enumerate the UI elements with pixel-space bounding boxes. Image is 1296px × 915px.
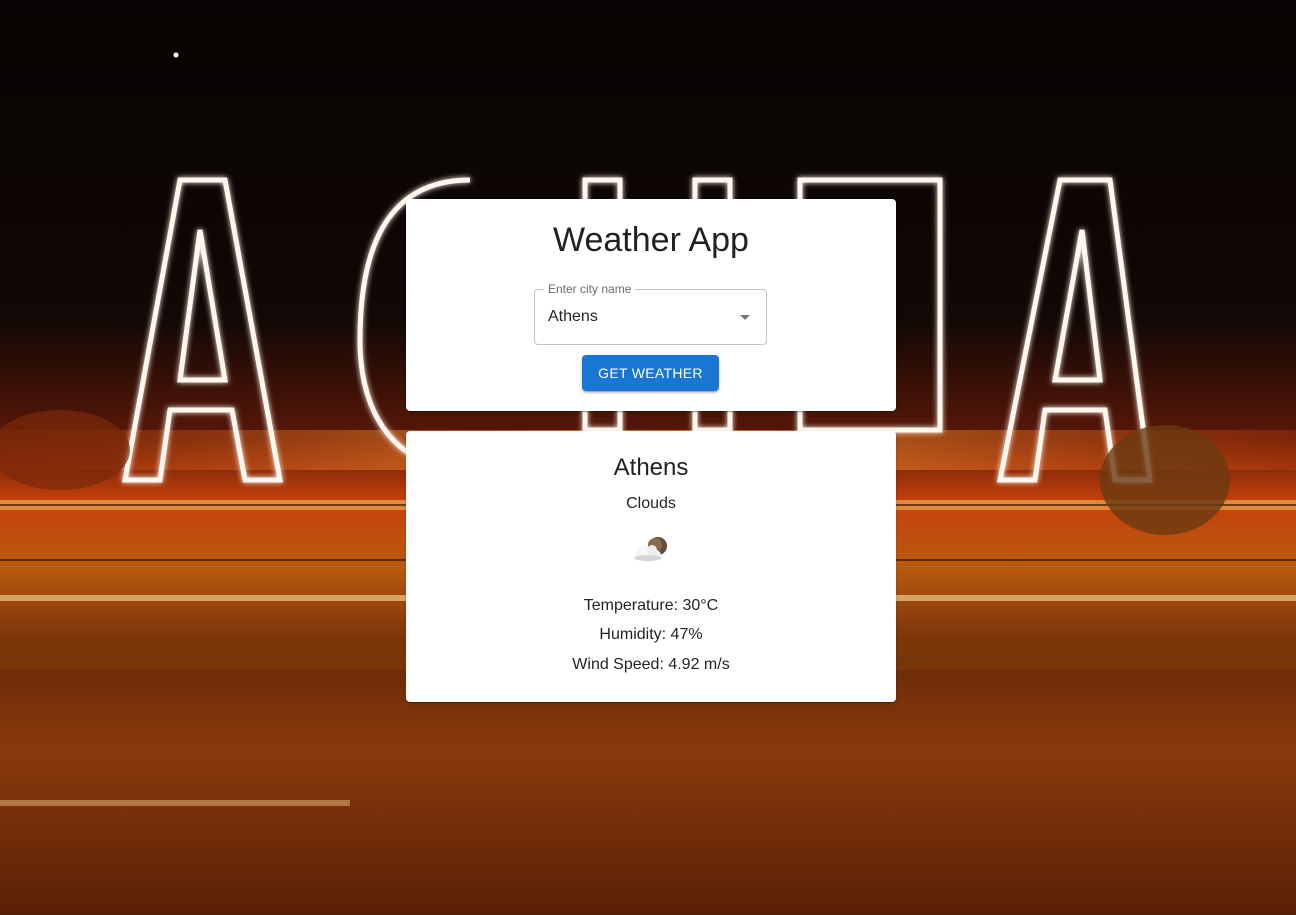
result-city: Athens	[613, 454, 689, 481]
cloud-moon-icon	[630, 534, 672, 566]
weather-result-card: Athens Clouds Temperature: 30°C Humidity…	[406, 431, 896, 702]
chevron-down-icon[interactable]	[740, 315, 750, 320]
search-card: Weather App Enter city name Athens GET W…	[406, 199, 896, 411]
temperature-text: Temperature: 30°C	[583, 597, 719, 614]
humidity-text: Humidity: 47%	[599, 626, 703, 643]
city-select[interactable]: Enter city name Athens	[534, 281, 767, 345]
wind-speed-text: Wind Speed: 4.92 m/s	[572, 656, 730, 673]
weather-condition: Clouds	[626, 495, 676, 512]
app-title: Weather App	[553, 221, 749, 259]
city-field-value: Athens	[548, 308, 598, 325]
city-field-label: Enter city name	[544, 281, 636, 297]
get-weather-button[interactable]: GET WEATHER	[582, 355, 719, 391]
